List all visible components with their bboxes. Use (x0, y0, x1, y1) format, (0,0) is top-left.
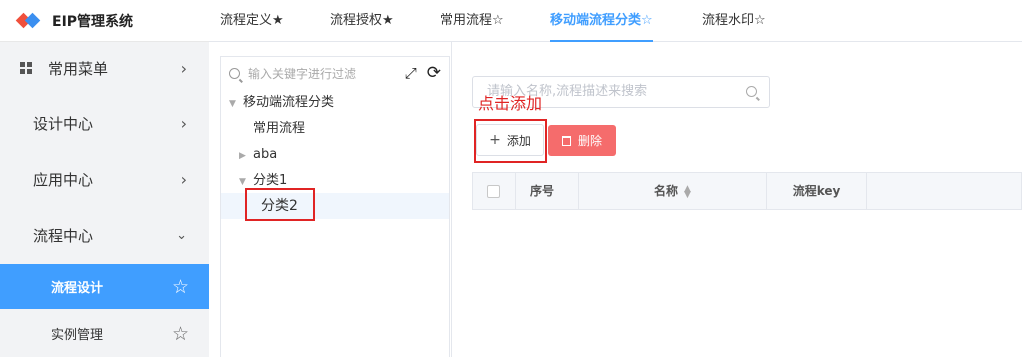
sidebar-subitem-label: 实例管理 (51, 328, 104, 343)
caret-right-icon[interactable]: ▶ (239, 143, 253, 169)
refresh-icon[interactable]: ⟳ (427, 63, 441, 83)
chevron-right-icon: › (180, 169, 187, 189)
sidebar-item-app-center[interactable]: 应用中心 › (0, 157, 209, 201)
tab-mobile-process-category[interactable]: 移动端流程分类☆ (550, 0, 653, 42)
select-all-cell (473, 173, 516, 209)
tab-process-authorization[interactable]: 流程授权★ (330, 0, 394, 42)
column-header-name[interactable]: 名称 ▲ ▼ (579, 173, 767, 209)
tree-node[interactable]: 常用流程 (253, 116, 305, 142)
tab-process-definition[interactable]: 流程定义★ (220, 0, 284, 42)
sidebar: EIP管理系统 常用菜单 › 设计中心 › 应用中心 › 流程中心 ⌄ 流程设计… (0, 0, 209, 357)
sidebar-item-label: 设计中心 (33, 114, 94, 133)
sidebar-item-label: 常用菜单 (48, 59, 109, 78)
tab-common-process[interactable]: 常用流程☆ (440, 0, 504, 42)
caret-down-icon[interactable]: ▼ (229, 91, 243, 117)
app-logo-icon (15, 12, 41, 29)
select-all-checkbox[interactable] (487, 185, 500, 198)
sidebar-item-common-menu[interactable]: 常用菜单 › (0, 46, 209, 90)
tree-node-root[interactable]: ▼ 移动端流程分类 (229, 90, 334, 116)
expand-icon[interactable]: ⤢ (405, 64, 417, 82)
search-icon (229, 68, 240, 79)
sidebar-item-label: 应用中心 (33, 170, 94, 189)
chevron-right-icon: › (180, 58, 187, 78)
table-header: 序号 名称 ▲ ▼ 流程key (472, 172, 1022, 210)
chevron-down-icon: ⌄ (176, 227, 187, 243)
sort-icon[interactable]: ▲ ▼ (684, 184, 691, 199)
column-header-process-key: 流程key (767, 173, 867, 209)
delete-button[interactable]: 删除 (548, 125, 616, 156)
sidebar-subitem-label: 流程设计 (51, 281, 104, 296)
sidebar-item-process-center[interactable]: 流程中心 ⌄ (0, 213, 209, 257)
sidebar-subitem-process-design[interactable]: 流程设计 ☆ (0, 264, 209, 309)
star-outline-icon[interactable]: ☆ (172, 276, 189, 298)
sidebar-item-label: 流程中心 (33, 226, 94, 245)
chevron-right-icon: › (180, 113, 187, 133)
annotation-box (245, 188, 315, 221)
annotation-hint: 点击添加 (478, 94, 543, 113)
app-title: EIP管理系统 (52, 13, 134, 30)
brand-header: EIP管理系统 (0, 0, 209, 42)
tab-process-watermark[interactable]: 流程水印☆ (702, 0, 766, 42)
tree-filter-input[interactable]: 输入关键字进行过滤 (229, 65, 356, 82)
star-outline-icon[interactable]: ☆ (172, 323, 189, 345)
grid-icon (20, 62, 32, 74)
column-header-index: 序号 (516, 173, 579, 209)
sidebar-subitem-instance-management[interactable]: 实例管理 ☆ (0, 311, 209, 356)
search-icon[interactable] (746, 86, 757, 97)
tree-node[interactable]: ▶ aba (239, 142, 277, 168)
trash-icon (561, 135, 571, 146)
tree-toolbar: ⤢ ⟳ (405, 63, 441, 83)
annotation-box (474, 119, 547, 163)
tree-filter-placeholder: 输入关键字进行过滤 (248, 67, 357, 81)
sidebar-item-design-center[interactable]: 设计中心 › (0, 101, 209, 145)
